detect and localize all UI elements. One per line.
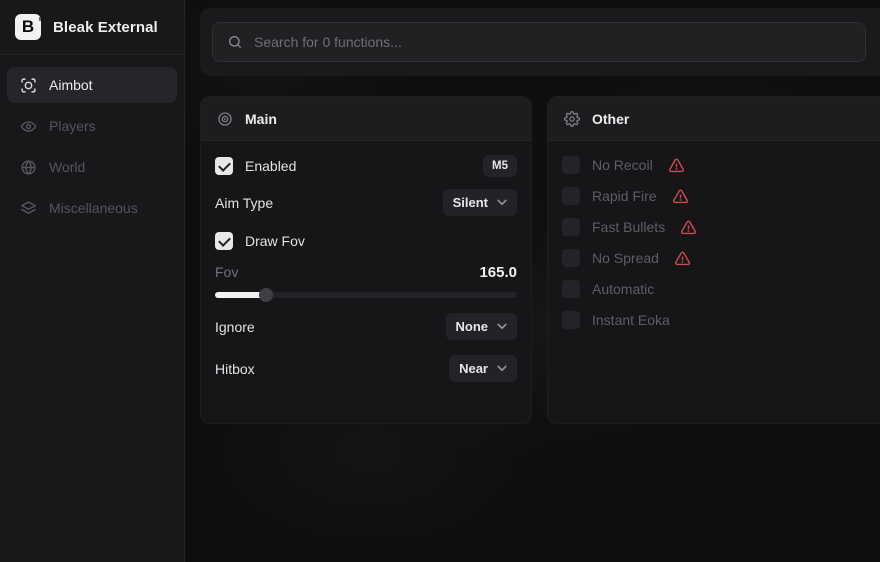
crosshair-icon	[20, 77, 37, 94]
fast-bullets-row: Fast Bullets	[562, 216, 866, 238]
hitbox-value: Near	[459, 361, 488, 376]
enabled-row: Enabled M5	[215, 154, 517, 178]
chevron-down-icon	[497, 365, 507, 372]
instant-eoka-row: Instant Eoka	[562, 309, 866, 331]
no-recoil-checkbox[interactable]	[562, 156, 580, 174]
panel-other-header: Other	[548, 97, 880, 141]
sidebar-item-label: Aimbot	[49, 77, 93, 93]
panel-other-body: No Recoil Rapid Fire Fast Bullets	[548, 141, 880, 353]
automatic-label: Automatic	[592, 281, 654, 297]
panel-title: Other	[592, 111, 629, 127]
draw-fov-row: Draw Fov	[215, 229, 517, 253]
warning-icon	[668, 157, 685, 174]
hitbox-row: Hitbox Near	[215, 355, 517, 382]
fov-label: Fov	[215, 264, 238, 280]
hitbox-label: Hitbox	[215, 361, 255, 377]
sidebar-item-label: Miscellaneous	[49, 200, 138, 216]
aim-type-label: Aim Type	[215, 195, 273, 211]
ignore-label: Ignore	[215, 319, 255, 335]
panel-main-header: Main	[201, 97, 531, 141]
panel-other: Other No Recoil Rapid Fire	[547, 96, 880, 424]
brand: B Bleak External	[0, 0, 184, 55]
rapid-fire-checkbox[interactable]	[562, 187, 580, 205]
automatic-row: Automatic	[562, 278, 866, 300]
fov-row: Fov 165.0	[215, 261, 517, 283]
sidebar-item-players[interactable]: Players	[7, 108, 177, 144]
chevron-down-icon	[497, 323, 507, 330]
ignore-value: None	[456, 319, 489, 334]
gear-icon	[564, 111, 580, 127]
fov-value: 165.0	[479, 264, 517, 281]
draw-fov-checkbox[interactable]	[215, 232, 233, 250]
ignore-row: Ignore None	[215, 313, 517, 340]
enabled-checkbox[interactable]	[215, 157, 233, 175]
sidebar-item-label: Players	[49, 118, 96, 134]
panel-title: Main	[245, 111, 277, 127]
eye-icon	[20, 118, 37, 135]
chevron-down-icon	[497, 199, 507, 206]
warning-icon	[672, 188, 689, 205]
sidebar-item-world[interactable]: World	[7, 149, 177, 185]
sidebar: B Bleak External Aimbot Players	[0, 0, 185, 562]
panel-main-body: Enabled M5 Aim Type Silent Draw Fov Fov	[201, 141, 531, 395]
panel-main: Main Enabled M5 Aim Type Silent Draw	[200, 96, 532, 424]
aim-type-dropdown[interactable]: Silent	[443, 189, 517, 216]
fast-bullets-label: Fast Bullets	[592, 219, 665, 235]
search-icon	[227, 34, 243, 50]
ignore-dropdown[interactable]: None	[446, 313, 518, 340]
warning-icon	[680, 219, 697, 236]
instant-eoka-label: Instant Eoka	[592, 312, 670, 328]
globe-icon	[20, 159, 37, 176]
app-logo-icon: B	[15, 14, 41, 40]
no-spread-label: No Spread	[592, 250, 659, 266]
warning-icon	[674, 250, 691, 267]
sidebar-nav: Aimbot Players World	[0, 55, 184, 226]
automatic-checkbox[interactable]	[562, 280, 580, 298]
no-recoil-label: No Recoil	[592, 157, 653, 173]
hitbox-dropdown[interactable]: Near	[449, 355, 517, 382]
sidebar-item-label: World	[49, 159, 85, 175]
aim-type-value: Silent	[453, 195, 488, 210]
sidebar-item-aimbot[interactable]: Aimbot	[7, 67, 177, 103]
search-input[interactable]	[254, 34, 851, 50]
rapid-fire-label: Rapid Fire	[592, 188, 657, 204]
app-title: Bleak External	[53, 19, 158, 36]
top-bar	[200, 8, 880, 76]
rapid-fire-row: Rapid Fire	[562, 185, 866, 207]
fov-slider[interactable]	[215, 288, 517, 302]
no-spread-checkbox[interactable]	[562, 249, 580, 267]
draw-fov-label: Draw Fov	[245, 233, 305, 249]
target-icon	[217, 111, 233, 127]
enabled-label: Enabled	[245, 158, 296, 174]
fov-slider-thumb[interactable]	[259, 288, 273, 302]
layers-icon	[20, 200, 37, 217]
enabled-keybind-button[interactable]: M5	[483, 155, 517, 177]
fast-bullets-checkbox[interactable]	[562, 218, 580, 236]
search-box[interactable]	[212, 22, 866, 62]
aim-type-row: Aim Type Silent	[215, 189, 517, 216]
sidebar-item-miscellaneous[interactable]: Miscellaneous	[7, 190, 177, 226]
no-recoil-row: No Recoil	[562, 154, 866, 176]
instant-eoka-checkbox[interactable]	[562, 311, 580, 329]
no-spread-row: No Spread	[562, 247, 866, 269]
